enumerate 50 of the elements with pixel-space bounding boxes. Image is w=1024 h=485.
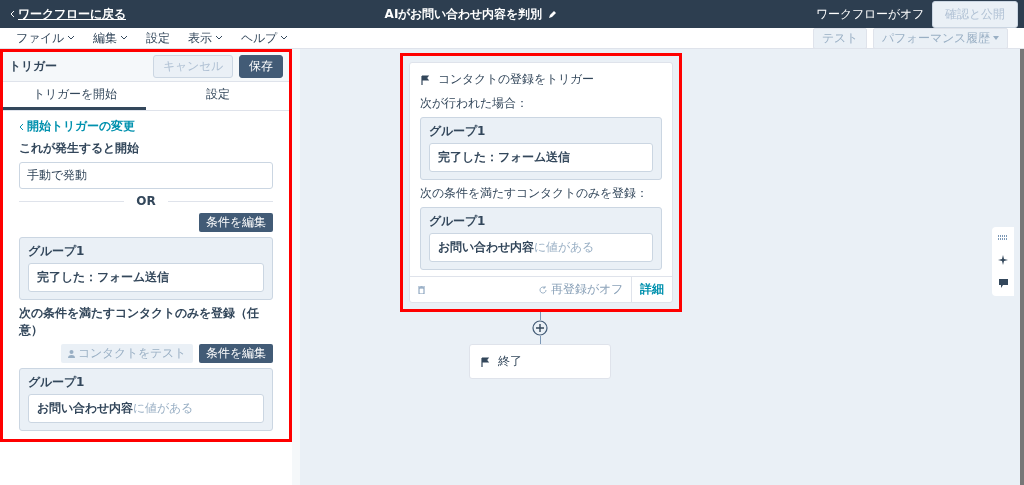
- change-trigger-link[interactable]: 開始トリガーの変更: [19, 118, 273, 135]
- condition-field[interactable]: 完了した：フォーム送信: [28, 263, 264, 292]
- trigger-field[interactable]: 手動で発動: [19, 162, 273, 189]
- section-heading: これが発生すると開始: [19, 140, 140, 157]
- menu-item[interactable]: ファイル: [16, 29, 75, 47]
- chevron-down-icon: [67, 35, 75, 41]
- condition-field[interactable]: 完了した：フォーム送信: [429, 143, 653, 172]
- workflow-status: ワークフローがオフ: [816, 5, 924, 23]
- chevron-left-icon: [19, 122, 24, 131]
- flag-icon: [480, 356, 490, 367]
- chevron-down-icon: [120, 35, 128, 41]
- person-icon: [68, 349, 75, 358]
- flag-icon: [420, 74, 430, 85]
- section-heading: 次の条件を満たすコンタクトのみを登録（任意）: [19, 305, 260, 339]
- tab[interactable]: トリガーを開始: [3, 82, 146, 110]
- group-title: グループ1: [429, 123, 487, 140]
- menu-item[interactable]: 設定: [146, 29, 170, 47]
- menu-item[interactable]: 編集: [93, 29, 128, 47]
- edit-criteria-button[interactable]: 条件を編集: [199, 213, 273, 232]
- workflow-title: AIがお問い合わせ内容を判別: [384, 5, 543, 23]
- condition-field[interactable]: お問い合わせ内容に値がある: [429, 233, 653, 262]
- menu-item[interactable]: ヘルプ: [241, 29, 288, 47]
- sparkle-icon[interactable]: [998, 255, 1008, 265]
- chevron-left-icon: [10, 10, 15, 18]
- group-title: グループ1: [28, 243, 86, 260]
- group-title: グループ1: [429, 213, 487, 230]
- chat-icon[interactable]: [998, 279, 1008, 288]
- tab[interactable]: 設定: [146, 82, 289, 110]
- trigger-card[interactable]: コンタクトの登録をトリガー 次が行われた場合： グループ1 完了した：フォーム送信 次の条件を満たすコンタクトのみを登録： グループ1 お問い合わせ内容に値がある 再登録がオフ 詳細: [409, 62, 673, 303]
- menu-item[interactable]: 表示: [188, 29, 223, 47]
- condition-field[interactable]: お問い合わせ内容に値がある: [28, 394, 264, 423]
- or-divider: OR: [136, 194, 156, 208]
- pencil-icon[interactable]: [548, 9, 558, 19]
- back-link[interactable]: ワークフローに戻る: [10, 5, 126, 23]
- chevron-down-icon: [215, 35, 223, 41]
- grid-icon[interactable]: [998, 235, 1008, 241]
- caret-icon: [993, 36, 999, 40]
- panel-title: トリガー: [9, 58, 58, 75]
- card-label: 次の条件を満たすコンタクトのみを登録：: [420, 185, 649, 202]
- end-label: 終了: [498, 353, 522, 370]
- card-label: 次が行われた場合：: [420, 95, 529, 112]
- edit-criteria-button[interactable]: 条件を編集: [199, 344, 273, 363]
- refresh-icon: [539, 285, 547, 294]
- card-title: コンタクトの登録をトリガー: [438, 71, 594, 88]
- add-action-button[interactable]: [532, 320, 548, 336]
- save-button[interactable]: 保存: [239, 55, 283, 78]
- end-node[interactable]: 終了: [469, 344, 611, 379]
- group-title: グループ1: [28, 374, 86, 391]
- chevron-down-icon: [280, 35, 288, 41]
- details-link[interactable]: 詳細: [631, 277, 672, 302]
